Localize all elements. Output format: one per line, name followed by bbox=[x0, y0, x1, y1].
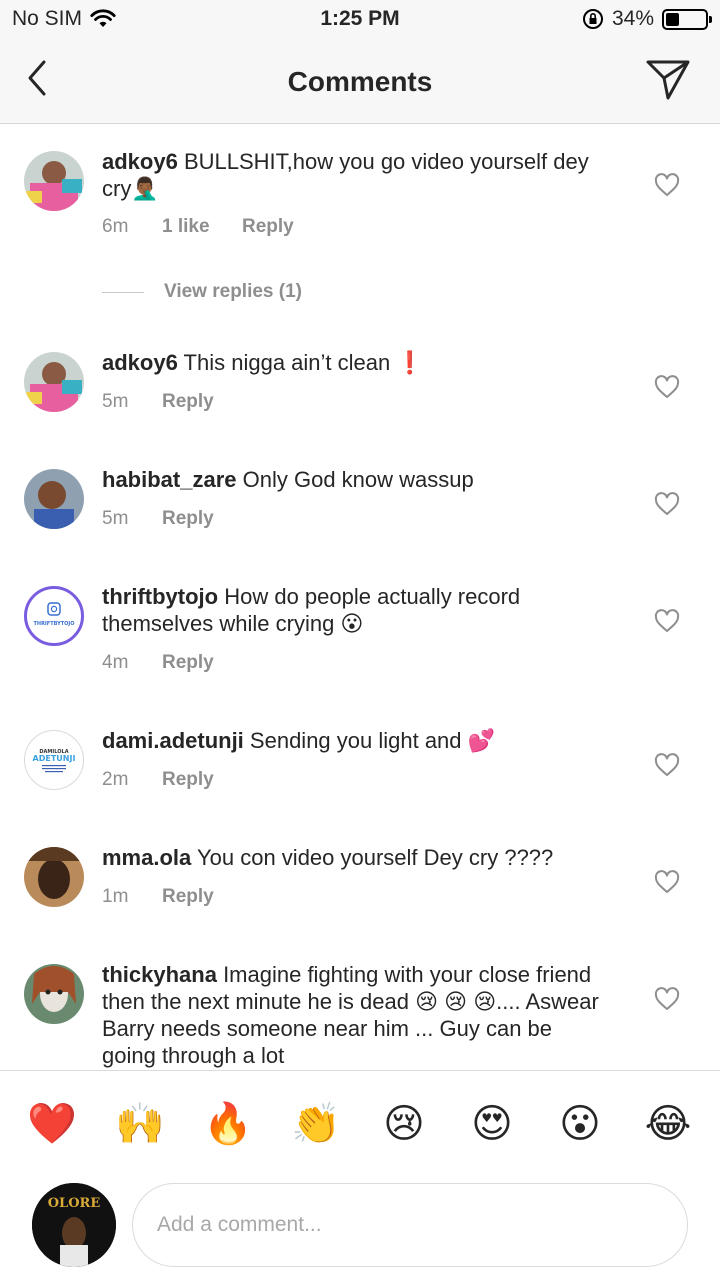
comment-username[interactable]: habibat_zare bbox=[102, 467, 237, 492]
heart-outline-icon bbox=[654, 870, 680, 893]
composer-avatar: OLORE bbox=[32, 1183, 116, 1267]
comment-meta: 5m Reply bbox=[102, 391, 214, 413]
avatar-text-bottom: ADETUNJI bbox=[33, 754, 76, 763]
heart-outline-icon bbox=[654, 173, 680, 196]
comment-text: Only God know wassup bbox=[242, 467, 474, 492]
reply-button[interactable]: Reply bbox=[162, 769, 214, 791]
comment-likes[interactable]: 1 like bbox=[162, 216, 242, 238]
comment-meta: 4m Reply bbox=[102, 652, 214, 674]
comment-username[interactable]: dami.adetunji bbox=[102, 728, 244, 753]
comment-input[interactable] bbox=[132, 1183, 688, 1267]
like-button[interactable] bbox=[654, 870, 680, 894]
comment-meta: 1m Reply bbox=[102, 886, 214, 908]
comment-time: 1m bbox=[102, 886, 129, 907]
paper-plane-icon bbox=[646, 60, 690, 100]
like-button[interactable] bbox=[654, 609, 680, 633]
emoji-surprised-face[interactable]: 😮 bbox=[550, 1099, 610, 1149]
view-replies-button[interactable]: View replies (1) bbox=[102, 281, 302, 303]
page-title: Comments bbox=[287, 66, 433, 97]
avatar[interactable]: DAMILOLA ADETUNJI bbox=[24, 730, 84, 790]
heart-outline-icon bbox=[654, 492, 680, 515]
avatar[interactable] bbox=[24, 964, 84, 1024]
like-button[interactable] bbox=[654, 173, 680, 197]
heart-outline-icon bbox=[654, 609, 680, 632]
avatar[interactable]: THRIFTBYTOJO bbox=[24, 586, 84, 646]
battery-percent: 34% bbox=[611, 7, 654, 30]
navigation-bar: Comments bbox=[0, 40, 720, 124]
comments-list[interactable]: adkoy6 BULLSHIT,how you go video yoursel… bbox=[0, 125, 720, 1070]
emoji-heart-eyes[interactable]: 😍 bbox=[462, 1099, 522, 1149]
comment-text-block: adkoy6 This nigga ain’t clean ❗ bbox=[102, 349, 602, 376]
composer-avatar-text: OLORE bbox=[48, 1196, 101, 1211]
reply-button[interactable]: Reply bbox=[162, 886, 214, 908]
comment-text-block: mma.ola You con video yourself Dey cry ?… bbox=[102, 844, 602, 871]
status-bar: No SIM 1:25 PM 34% bbox=[0, 0, 720, 40]
comment-text-block: thickyhana Imagine fighting with your cl… bbox=[102, 961, 602, 1069]
avatar[interactable] bbox=[24, 469, 84, 529]
comment-time: 2m bbox=[102, 769, 129, 790]
comment-meta: 5m Reply bbox=[102, 508, 214, 530]
comment-text-block: thriftbytojo How do people actually reco… bbox=[102, 583, 602, 637]
battery-icon bbox=[662, 8, 712, 30]
heart-outline-icon bbox=[654, 753, 680, 776]
reply-button[interactable]: Reply bbox=[162, 508, 214, 530]
comment-meta: 2m Reply bbox=[102, 769, 214, 791]
avatar[interactable] bbox=[24, 352, 84, 412]
comment-text: This nigga ain’t clean ❗ bbox=[183, 350, 424, 375]
heart-outline-icon bbox=[654, 375, 680, 398]
like-button[interactable] bbox=[654, 492, 680, 516]
battery-level bbox=[666, 12, 679, 26]
like-button[interactable] bbox=[654, 753, 680, 777]
share-button[interactable] bbox=[644, 56, 692, 102]
view-replies-label: View replies (1) bbox=[164, 281, 302, 302]
comment-meta: 6m 1 like Reply bbox=[102, 216, 294, 238]
emoji-raised-hands[interactable]: 🙌 bbox=[110, 1099, 170, 1149]
avatar[interactable] bbox=[24, 151, 84, 211]
rotation-lock-icon bbox=[582, 9, 603, 29]
comment-text: You con video yourself Dey cry ???? bbox=[196, 845, 554, 870]
comment-username[interactable]: adkoy6 bbox=[102, 350, 178, 375]
avatar-text: THRIFTBYTOJO bbox=[33, 621, 74, 627]
comment-time: 5m bbox=[102, 508, 129, 529]
comment-time: 5m bbox=[102, 391, 129, 412]
comment-time: 4m bbox=[102, 652, 129, 673]
comment-text-block: dami.adetunji Sending you light and 💕 bbox=[102, 727, 602, 754]
avatar[interactable] bbox=[24, 847, 84, 907]
reply-button[interactable]: Reply bbox=[242, 216, 294, 238]
emoji-clapping-hands[interactable]: 👏 bbox=[286, 1099, 346, 1149]
like-button[interactable] bbox=[654, 375, 680, 399]
reply-button[interactable]: Reply bbox=[162, 652, 214, 674]
comment-username[interactable]: thickyhana bbox=[102, 962, 217, 987]
comment-username[interactable]: adkoy6 bbox=[102, 149, 178, 174]
comment-text: Sending you light and 💕 bbox=[249, 728, 496, 753]
emoji-fire[interactable]: 🔥 bbox=[198, 1099, 258, 1149]
divider bbox=[102, 291, 144, 293]
comment-username[interactable]: mma.ola bbox=[102, 845, 191, 870]
comment-time: 6m bbox=[102, 216, 129, 237]
emoji-crying-face[interactable]: 😢 bbox=[374, 1099, 434, 1149]
comment-text-block: habibat_zare Only God know wassup bbox=[102, 466, 602, 493]
comment-text-block: adkoy6 BULLSHIT,how you go video yoursel… bbox=[102, 148, 602, 202]
like-button[interactable] bbox=[654, 987, 680, 1011]
emoji-red-heart[interactable]: ❤️ bbox=[22, 1099, 82, 1149]
heart-outline-icon bbox=[654, 987, 680, 1010]
emoji-reaction-bar: ❤️ 🙌 🔥 👏 😢 😍 😮 😂 OLORE bbox=[0, 1070, 720, 1280]
comment-username[interactable]: thriftbytojo bbox=[102, 584, 218, 609]
emoji-tears-of-joy[interactable]: 😂 bbox=[638, 1099, 698, 1149]
reply-button[interactable]: Reply bbox=[162, 391, 214, 413]
status-right: 34% bbox=[582, 7, 712, 31]
